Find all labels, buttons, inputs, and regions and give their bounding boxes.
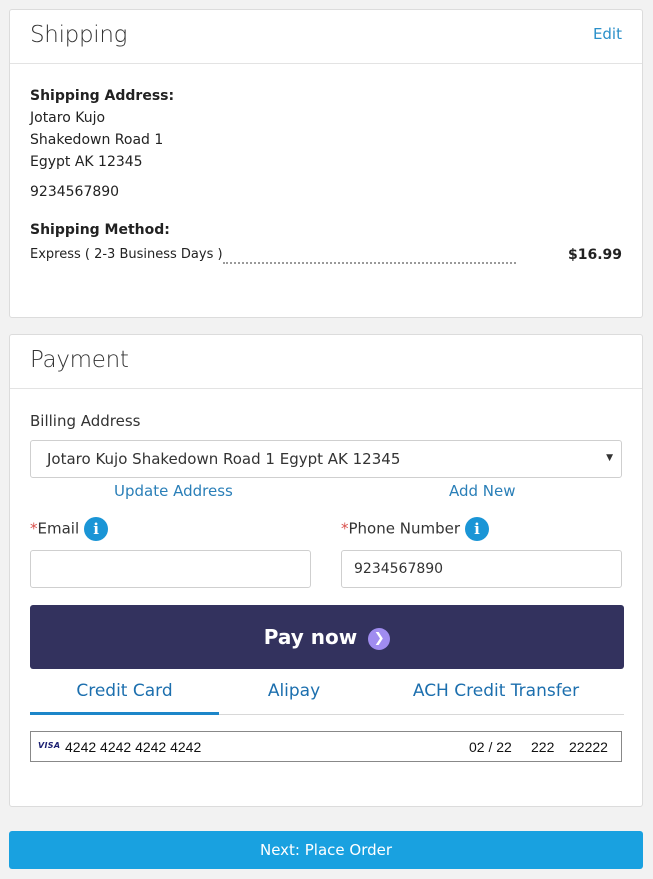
payment-header: Payment xyxy=(10,335,642,389)
shipping-header: Shipping Edit xyxy=(10,10,642,64)
phone-field[interactable] xyxy=(341,550,622,588)
payment-title: Payment xyxy=(30,347,129,373)
shipping-method-heading: Shipping Method: xyxy=(30,222,170,238)
next-place-order-button[interactable]: Next: Place Order xyxy=(9,831,643,869)
card-cvc[interactable]: 222 xyxy=(531,739,554,755)
payment-card: Payment Billing Address Jotaro Kujo Shak… xyxy=(9,334,643,807)
card-input[interactable]: VISA 4242 4242 4242 4242 02 / 22 222 222… xyxy=(30,731,622,762)
email-label-row: *Email i xyxy=(30,517,109,541)
billing-address-selected: Jotaro Kujo Shakedown Road 1 Egypt AK 12… xyxy=(47,450,401,468)
active-tab-indicator xyxy=(30,712,219,715)
tab-ach-credit-transfer[interactable]: ACH Credit Transfer xyxy=(390,681,602,701)
pay-now-button[interactable]: Pay now ❯ xyxy=(30,605,624,669)
shipping-card: Shipping Edit Shipping Address: Jotaro K… xyxy=(9,9,643,318)
info-icon[interactable]: i xyxy=(84,517,109,541)
shipping-title: Shipping xyxy=(30,22,128,48)
card-zip[interactable]: 22222 xyxy=(569,739,608,755)
dotted-leader xyxy=(223,256,516,264)
email-required-mark: * xyxy=(30,519,38,538)
phone-label: Phone Number xyxy=(348,519,461,538)
email-label: Email xyxy=(37,519,80,538)
shipping-method-price: $16.99 xyxy=(567,247,622,263)
billing-address-select[interactable]: Jotaro Kujo Shakedown Road 1 Egypt AK 12… xyxy=(30,440,622,478)
card-expiry[interactable]: 02 / 22 xyxy=(469,739,512,755)
tab-credit-card[interactable]: Credit Card xyxy=(30,681,219,701)
phone-label-row: *Phone Number i xyxy=(341,517,489,541)
visa-card-icon: VISA xyxy=(38,741,61,750)
phone-required-mark: * xyxy=(341,519,349,538)
info-icon[interactable]: i xyxy=(465,517,489,541)
email-field[interactable] xyxy=(30,550,311,588)
billing-address-label: Billing Address xyxy=(30,412,141,430)
shipping-method-name: Express ( 2-3 Business Days ) xyxy=(30,247,223,262)
add-new-link[interactable]: Add New xyxy=(449,482,516,500)
edit-shipping-link[interactable]: Edit xyxy=(593,25,622,43)
shipping-phone: 9234567890 xyxy=(30,184,120,200)
chevron-right-icon: ❯ xyxy=(368,628,391,650)
shipping-street: Shakedown Road 1 xyxy=(30,132,164,148)
update-address-link[interactable]: Update Address xyxy=(114,482,233,500)
pay-now-label: Pay now xyxy=(263,625,358,649)
shipping-city-line: Egypt AK 12345 xyxy=(30,154,143,170)
card-number[interactable]: 4242 4242 4242 4242 xyxy=(65,739,201,755)
dropdown-arrow-icon: ▼ xyxy=(606,453,613,463)
tab-alipay[interactable]: Alipay xyxy=(219,681,369,701)
pay-now-content: Pay now ❯ xyxy=(30,625,624,650)
shipping-address-heading: Shipping Address: xyxy=(30,88,175,104)
shipping-name: Jotaro Kujo xyxy=(30,110,106,126)
